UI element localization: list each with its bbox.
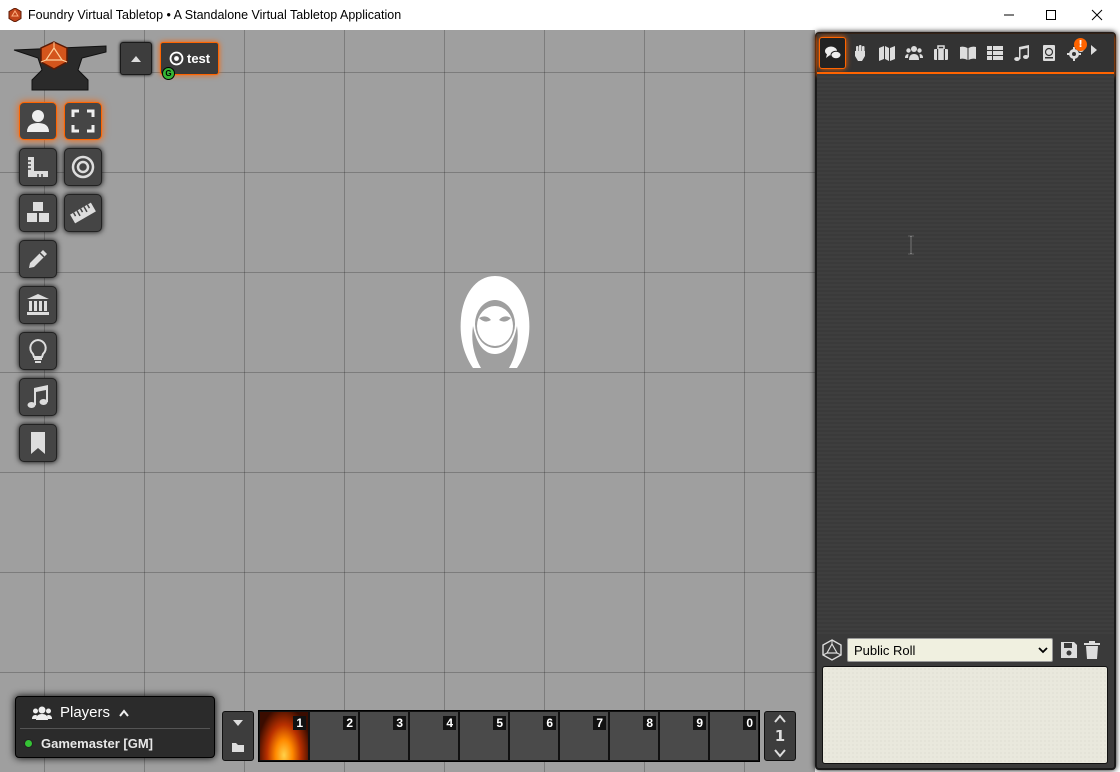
chat-message-input[interactable] <box>822 666 1108 764</box>
macro-slot[interactable]: 7 <box>559 711 609 761</box>
player-row[interactable]: Gamemaster [GM] <box>16 729 214 757</box>
tab-compendium[interactable] <box>1035 37 1062 69</box>
close-icon <box>1091 9 1103 21</box>
player-name: Gamemaster [GM] <box>41 735 153 751</box>
save-icon[interactable] <box>1059 640 1079 660</box>
hotbar-page-number: 1 <box>774 727 786 745</box>
macro-slot[interactable]: 1 <box>259 711 309 761</box>
tab-scenes[interactable] <box>873 37 900 69</box>
window-titlebar: Foundry Virtual Tabletop • A Standalone … <box>0 0 1120 30</box>
sidebar-tabs: ! <box>817 34 1114 74</box>
caret-right-icon <box>1091 45 1097 55</box>
sidebar: ! Public Roll <box>815 32 1116 770</box>
tab-actors[interactable] <box>900 37 927 69</box>
maximize-icon <box>1046 10 1056 20</box>
target-icon <box>71 155 95 179</box>
landmark-icon <box>27 294 49 315</box>
th-list-icon <box>986 46 1003 60</box>
bookmark-icon <box>31 432 45 454</box>
minimize-icon <box>1004 14 1014 16</box>
map-icon <box>878 46 895 61</box>
foundry-logo-icon[interactable] <box>12 40 108 92</box>
chevron-up-icon <box>119 708 129 717</box>
comments-icon <box>824 46 841 60</box>
music-icon <box>27 385 48 408</box>
players-header[interactable]: Players <box>20 697 210 729</box>
tab-journal[interactable] <box>954 37 981 69</box>
chat-controls: Public Roll <box>821 637 1111 663</box>
minimize-button[interactable] <box>986 0 1032 30</box>
tab-items[interactable] <box>927 37 954 69</box>
fist-raised-icon <box>854 45 865 61</box>
maximize-button[interactable] <box>1028 0 1074 30</box>
nav-toggle-button[interactable] <box>120 42 152 75</box>
players-title: Players <box>60 704 111 721</box>
target-icon <box>169 51 184 66</box>
drawing-controls-button[interactable] <box>19 240 57 278</box>
music-icon <box>1013 45 1029 61</box>
expand-icon <box>71 109 95 133</box>
roll-mode-select[interactable]: Public Roll <box>847 638 1053 662</box>
user-badge: G <box>162 67 175 80</box>
macro-slot[interactable]: 6 <box>509 711 559 761</box>
fullscreen-button[interactable] <box>64 102 102 140</box>
macro-slot[interactable]: 3 <box>359 711 409 761</box>
atlas-icon <box>1042 45 1055 61</box>
hooded-figure-icon <box>460 276 530 368</box>
text-cursor-icon <box>908 235 914 255</box>
hotbar-menu[interactable] <box>222 711 254 761</box>
chevron-down-icon <box>1038 647 1048 654</box>
scene-name: test <box>187 51 211 66</box>
ruler-combined-icon <box>28 157 48 177</box>
notes-controls-button[interactable] <box>19 424 57 462</box>
macro-slot[interactable]: 2 <box>309 711 359 761</box>
trash-icon[interactable] <box>1083 640 1101 660</box>
game-canvas[interactable] <box>0 30 815 772</box>
chat-log[interactable] <box>817 74 1114 634</box>
lighting-controls-button[interactable] <box>19 332 57 370</box>
window-title: Foundry Virtual Tabletop • A Standalone … <box>28 8 402 22</box>
tab-tables[interactable] <box>981 37 1008 69</box>
chevron-down-icon[interactable] <box>773 749 787 758</box>
ruler-icon <box>70 202 96 224</box>
sound-controls-button[interactable] <box>19 378 57 416</box>
scene-nav-item[interactable]: test G <box>160 42 220 80</box>
tab-combat[interactable] <box>846 37 873 69</box>
roll-mode-value: Public Roll <box>854 642 916 658</box>
tile-controls-button[interactable] <box>19 194 57 232</box>
token-controls-button[interactable] <box>19 102 57 140</box>
macro-slot[interactable]: 9 <box>659 711 709 761</box>
chevron-up-icon[interactable] <box>773 714 787 723</box>
caret-down-icon[interactable] <box>232 719 244 727</box>
notification-badge: ! <box>1074 38 1087 51</box>
hotbar-page-control: 1 <box>764 711 796 761</box>
tab-chat[interactable] <box>819 37 846 69</box>
measure-controls-button[interactable] <box>19 148 57 186</box>
cubes-icon <box>27 202 49 222</box>
macro-slot[interactable]: 4 <box>409 711 459 761</box>
wall-controls-button[interactable] <box>19 286 57 324</box>
close-button[interactable] <box>1074 0 1120 30</box>
collapse-sidebar-button[interactable] <box>1089 37 1109 69</box>
macro-hotbar: 1 2 3 4 5 6 7 8 9 0 <box>258 710 760 762</box>
macro-slot[interactable]: 8 <box>609 711 659 761</box>
suitcase-icon <box>933 45 948 60</box>
macro-slot[interactable]: 5 <box>459 711 509 761</box>
players-panel[interactable]: Players Gamemaster [GM] <box>15 696 215 758</box>
lightbulb-icon <box>29 338 47 363</box>
pencil-icon <box>29 250 47 268</box>
users-icon <box>32 706 52 720</box>
users-icon <box>904 46 923 60</box>
foundry-app-icon <box>8 8 22 22</box>
ruler-tool-button[interactable] <box>64 194 102 232</box>
book-open-icon <box>959 46 976 60</box>
target-tool-button[interactable] <box>64 148 102 186</box>
macro-slot[interactable]: 0 <box>709 711 759 761</box>
tab-playlists[interactable] <box>1008 37 1035 69</box>
online-status-indicator <box>24 738 33 748</box>
folder-icon[interactable] <box>231 741 245 753</box>
caret-up-icon <box>131 55 141 62</box>
d20-dice-icon[interactable] <box>821 639 843 661</box>
user-icon <box>27 110 49 132</box>
